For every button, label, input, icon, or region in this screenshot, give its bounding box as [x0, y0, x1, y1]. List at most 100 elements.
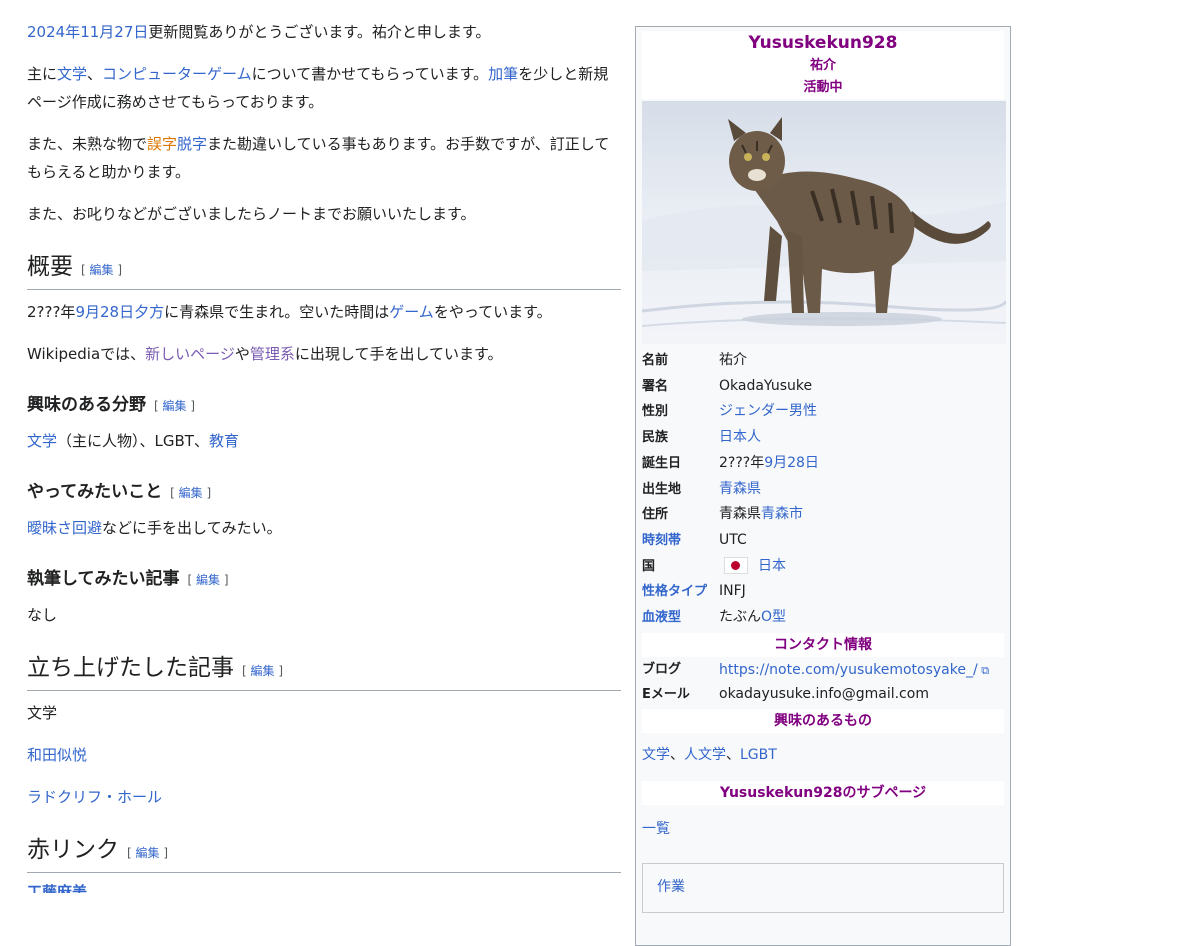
- typo-link[interactable]: 誤字: [147, 135, 177, 153]
- contact-heading: コンタクト情報: [642, 632, 1004, 657]
- row-value: OkadaYusuke: [719, 377, 813, 394]
- literature-link[interactable]: 文学: [27, 432, 57, 450]
- new-pages-link[interactable]: 新しいページ: [145, 345, 235, 363]
- cat-photo[interactable]: [641, 101, 1008, 344]
- heading-text: 赤リンク: [27, 837, 119, 863]
- row-birthplace: 出生地 青森県: [642, 477, 1004, 503]
- disambiguation-link[interactable]: 曖昧さ回避: [27, 519, 102, 537]
- intro-paragraph-3: また、未熟な物で誤字脱字また勘違いしている事もあります。お手数ですが、訂正しても…: [27, 130, 621, 186]
- infobox-status: 活動中: [803, 80, 843, 95]
- admin-link[interactable]: 管理系: [250, 345, 295, 363]
- education-link[interactable]: 教育: [209, 432, 239, 450]
- todo-paragraph: 曖昧さ回避などに手を出してみたい。: [27, 514, 621, 542]
- edit-section: [ 編集 ]: [187, 573, 229, 587]
- like-link[interactable]: LGBT: [740, 747, 777, 763]
- game-link[interactable]: ゲーム: [389, 303, 434, 321]
- text: について書かせてもらっています。: [251, 65, 489, 83]
- birthday-link[interactable]: 9月28日: [75, 303, 134, 321]
- text: に出現して手を出しています。: [294, 345, 503, 363]
- row-key: 誕生日: [642, 455, 682, 471]
- birthday-link[interactable]: 9月28日: [764, 455, 819, 471]
- text: 、: [87, 65, 103, 83]
- row-key: 国: [642, 558, 656, 574]
- overview-paragraph-2: Wikipediaでは、新しいページや管理系に出現して手を出しています。: [27, 340, 621, 368]
- edit-link[interactable]: 編集: [90, 263, 114, 277]
- row-key: 民族: [642, 430, 669, 446]
- text: などに手を出してみたい。: [102, 519, 282, 537]
- birthplace-link[interactable]: 青森県: [719, 481, 761, 497]
- redlink-item[interactable]: 工藤麻美: [27, 881, 621, 893]
- overview-paragraph-1: 2???年9月28日夕方に青森県で生まれ。空いた時間はゲームをやっています。: [27, 298, 621, 326]
- row-signature: 署名 OkadaYusuke: [642, 374, 1004, 400]
- heading-text: 興味のある分野: [27, 395, 146, 415]
- date-md-link[interactable]: 11月27日: [80, 23, 148, 41]
- text: 主に: [27, 65, 58, 83]
- text: 2???年: [27, 303, 76, 321]
- omission-link[interactable]: 脱字: [177, 135, 207, 153]
- city-link[interactable]: 青森市: [761, 506, 803, 522]
- date-year-link[interactable]: 2024年: [27, 23, 80, 41]
- intro-text: 更新閲覧ありがとうございます。祐介と申します。: [148, 23, 491, 41]
- blood-type-link[interactable]: O型: [761, 609, 786, 625]
- edit-link[interactable]: 編集: [196, 573, 220, 587]
- personality-key-link[interactable]: 性格タイプ: [642, 579, 719, 605]
- row-address: 住所 青森県青森市: [642, 502, 1004, 528]
- edit-section: [ 編集 ]: [81, 263, 123, 277]
- section-heading-want-write: 執筆してみたい記事 [ 編集 ]: [27, 564, 621, 595]
- edit-link[interactable]: 編集: [179, 486, 203, 500]
- row-value: 青森県: [719, 506, 761, 523]
- email-value: okadayusuke.info@gmail.com: [719, 685, 929, 702]
- edit-link[interactable]: 編集: [251, 664, 275, 678]
- row-key: 住所: [642, 507, 669, 523]
- subpages-index-link[interactable]: 一覧: [642, 821, 670, 837]
- heading-text: 概要: [27, 254, 73, 280]
- row-ethnicity: 民族 日本人: [642, 425, 1004, 451]
- section-heading-overview: 概要 [ 編集 ]: [27, 250, 621, 290]
- infobox-rows: 名前 祐介 署名 OkadaYusuke 性別 ジェンダー男性 民族 日本人 誕生日 2?…: [642, 348, 1004, 631]
- timezone-key-link[interactable]: 時刻帯: [642, 528, 719, 554]
- work-link[interactable]: 作業: [657, 879, 685, 895]
- row-country: 国 日本: [642, 554, 1004, 580]
- row-value: 祐介: [719, 352, 747, 368]
- created-item-link[interactable]: ラドクリフ・ホール: [27, 788, 162, 806]
- row-value: UTC: [719, 531, 747, 548]
- created-item: 文学: [27, 704, 58, 722]
- row-personality: 性格タイプ INFJ: [642, 579, 1004, 605]
- row-value: たぶん: [719, 609, 761, 626]
- row-gender: 性別 ジェンダー男性: [642, 399, 1004, 425]
- intro-paragraph-2: 主に文学、コンピューターゲームについて書かせてもらっています。加筆を少しと新規ペ…: [27, 60, 621, 116]
- user-infobox: Yususkekun928 祐介 活動中 名前 祐介 署名 OkadaYusuk…: [635, 26, 1011, 946]
- created-item: ラドクリフ・ホール: [27, 783, 621, 811]
- row-key: 性別: [642, 404, 669, 420]
- section-heading-created: 立ち上げたした記事 [ 編集 ]: [27, 651, 621, 691]
- row-timezone: 時刻帯 UTC: [642, 528, 1004, 554]
- blog-link[interactable]: https://note.com/yusukemotosyake_/: [719, 662, 978, 678]
- section-heading-redlinks: 赤リンク [ 編集 ]: [27, 833, 621, 873]
- literature-link[interactable]: 文学: [57, 65, 87, 83]
- heading-text: やってみたいこと: [27, 482, 163, 502]
- external-link-icon: ⧉: [977, 663, 990, 677]
- ethnicity-link[interactable]: 日本人: [719, 429, 761, 445]
- evening-link[interactable]: 夕方: [134, 303, 164, 321]
- edit-addition-link[interactable]: 加筆: [488, 65, 518, 83]
- intro-paragraph-4: また、お叱りなどがございましたらノートまでお願いいたします。: [27, 205, 476, 223]
- edit-link[interactable]: 編集: [136, 846, 160, 860]
- likes-list: 文学、人文学、LGBT: [642, 747, 777, 764]
- computer-game-link[interactable]: コンピューターゲーム: [102, 65, 252, 83]
- section-heading-todo: やってみたいこと [ 編集 ]: [27, 477, 621, 508]
- row-key: ブログ: [642, 661, 682, 677]
- gender-link[interactable]: ジェンダー男性: [719, 403, 817, 419]
- like-link[interactable]: 人文学: [684, 747, 726, 763]
- blood-type-key-link[interactable]: 血液型: [642, 605, 719, 631]
- edit-section: [ 編集 ]: [242, 664, 284, 678]
- want-write-text: なし: [27, 606, 58, 624]
- row-key: 署名: [642, 378, 669, 394]
- infobox-title: Yususkekun928: [748, 33, 898, 53]
- country-link[interactable]: 日本: [758, 558, 786, 574]
- like-link[interactable]: 文学: [642, 747, 670, 763]
- row-value: 2???年: [719, 454, 765, 471]
- subpages-heading: Yususkekun928のサブページ: [642, 781, 1004, 806]
- subpages-list: 一覧: [642, 807, 1004, 851]
- created-item-link[interactable]: 和田似悦: [27, 746, 87, 764]
- edit-link[interactable]: 編集: [163, 399, 187, 413]
